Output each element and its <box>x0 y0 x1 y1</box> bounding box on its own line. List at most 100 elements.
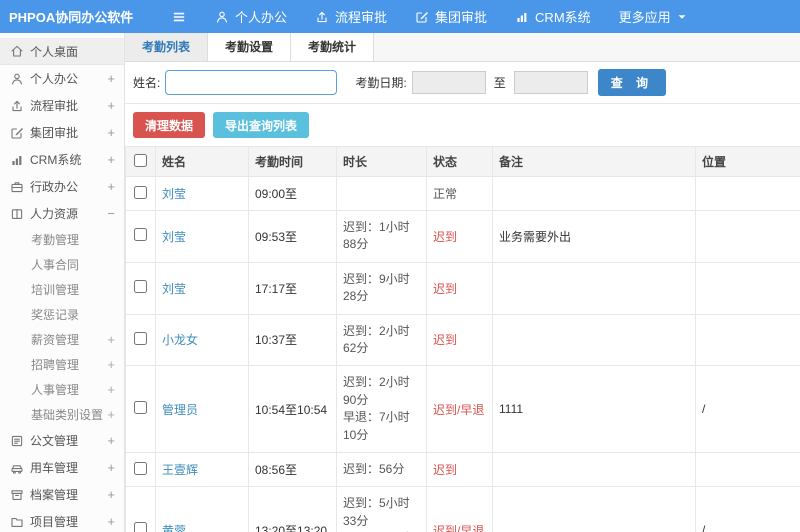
attendance-table: 姓名 考勤时间 时长 状态 备注 位置 刘莹 09:00至 正常 刘莹 09:53至 迟到：1小时8… <box>125 146 800 532</box>
chart-icon <box>9 153 24 167</box>
tab-attendance-statistics[interactable]: 考勤统计 <box>291 33 375 61</box>
column-header: 备注 <box>492 146 696 177</box>
sidebar-item-label: 个人办公 <box>30 72 79 86</box>
sidebar-subitem-personnel-management[interactable]: 人事管理 + <box>0 377 124 402</box>
employee-name-link[interactable]: 王壹辉 <box>162 463 198 477</box>
name-filter-input[interactable] <box>165 70 338 95</box>
person-icon <box>9 72 24 86</box>
time-cell: 17:17至 <box>248 261 337 315</box>
expand-plus-icon: + <box>107 514 115 529</box>
sidebar-subitem-basic-category-settings[interactable]: 基础类别设置 + <box>0 402 124 427</box>
row-checkbox-cell <box>125 365 156 453</box>
topnav-item-personal-office[interactable]: 个人办公 <box>215 7 287 26</box>
location-cell <box>695 210 800 263</box>
row-checkbox[interactable] <box>134 522 147 532</box>
duration-cell <box>336 176 427 211</box>
employee-name-link[interactable]: 管理员 <box>162 403 198 417</box>
column-header: 姓名 <box>155 146 249 177</box>
employee-name-link[interactable]: 黄蓉 <box>162 524 186 532</box>
sidebar-subitem-label: 薪资管理 <box>31 333 80 347</box>
row-checkbox[interactable] <box>134 461 147 475</box>
expand-plus-icon: + <box>107 98 115 113</box>
sidebar-item-human-resources[interactable]: 人力资源 − <box>0 200 124 227</box>
time-cell: 10:54至10:54 <box>248 365 337 453</box>
duration-line: 迟到：2小时90分 <box>343 375 410 407</box>
sidebar-item-group-approval[interactable]: 集团审批 + <box>0 119 124 146</box>
export-list-button[interactable]: 导出查询列表 <box>213 112 310 138</box>
clean-data-button[interactable]: 清理数据 <box>133 112 206 138</box>
status-cell: 迟到 <box>426 210 493 263</box>
name-cell: 王壹辉 <box>155 451 249 488</box>
topbar: PHPOA协同办公软件 个人办公 流程审批 集团审批 CRM系统 更多应用 <box>0 0 800 33</box>
expand-plus-icon: + <box>107 487 115 502</box>
row-checkbox-cell <box>125 261 156 315</box>
sidebar-subitem-recruitment-management[interactable]: 招聘管理 + <box>0 352 124 377</box>
row-checkbox[interactable] <box>134 280 147 294</box>
duration-line: 迟到：56分 <box>343 461 405 476</box>
topnav-item-group-approval[interactable]: 集团审批 <box>415 7 487 26</box>
table-row: 黄蓉 13:20至13:20迟到：5小时33分早退：4小时67分迟到/早退 / <box>125 486 800 532</box>
employee-name-link[interactable]: 刘莹 <box>162 187 186 201</box>
employee-name-link[interactable]: 刘莹 <box>162 282 186 296</box>
sidebar-item-crm-system[interactable]: CRM系统 + <box>0 146 124 173</box>
sidebar-item-label: CRM系统 <box>30 153 82 167</box>
name-cell: 刘莹 <box>155 261 249 315</box>
date-to-input[interactable] <box>513 71 588 94</box>
sidebar-subitem-attendance-management[interactable]: 考勤管理 <box>0 227 124 252</box>
table-row: 管理员 10:54至10:54 迟到：2小时90分 早退：7小时10分 迟到/早退 111… <box>125 365 800 453</box>
sidebar-subitem-training-management[interactable]: 培训管理 <box>0 277 124 302</box>
sidebar-item-label: 用车管理 <box>30 461 79 475</box>
search-button[interactable]: 查 询 <box>597 69 667 96</box>
status-cell: 迟到 <box>426 313 493 367</box>
row-checkbox[interactable] <box>134 401 147 415</box>
status-badge: 迟到/早退 <box>433 402 485 417</box>
row-checkbox[interactable] <box>134 185 147 199</box>
sidebar-toggle-button[interactable] <box>171 9 187 25</box>
sidebar-subitem-personnel-contract[interactable]: 人事合同 <box>0 252 124 277</box>
topnav-item-more-apps[interactable]: 更多应用 <box>619 7 687 26</box>
row-checkbox[interactable] <box>134 331 147 345</box>
table-row: 刘莹 17:17至 迟到：9小时28分 迟到 <box>125 261 800 315</box>
sidebar-item-admin-office[interactable]: 行政办公 + <box>0 173 124 200</box>
sidebar-item-label: 集团审批 <box>30 126 79 140</box>
employee-name-link[interactable]: 小龙女 <box>162 333 198 347</box>
select-all-checkbox[interactable] <box>134 153 147 167</box>
sidebar-item-archive-management[interactable]: 档案管理 + <box>0 481 124 508</box>
edit-icon <box>415 10 429 24</box>
topnav-item-label: 集团审批 <box>435 10 488 25</box>
remark-cell <box>492 486 696 532</box>
duration-line: 迟到：5小时33分 <box>343 496 410 528</box>
duration-cell: 迟到：1小时88分 <box>336 210 427 263</box>
sidebar-item-document-management[interactable]: 公文管理 + <box>0 427 124 454</box>
caret-down-icon <box>677 12 687 22</box>
sidebar-item-label: 流程审批 <box>30 99 79 113</box>
duration-line: 迟到：2小时62分 <box>343 323 410 355</box>
time-cell: 13:20至13:20 <box>248 486 337 532</box>
tab-attendance-list[interactable]: 考勤列表 <box>125 33 209 61</box>
sidebar-item-personal-desktop[interactable]: 个人桌面 <box>0 38 124 65</box>
employee-name-link[interactable]: 刘莹 <box>162 230 186 244</box>
status-badge: 迟到 <box>433 229 458 244</box>
sidebar-subitem-reward-punishment-records[interactable]: 奖惩记录 <box>0 302 124 327</box>
sidebar-item-project-management[interactable]: 项目管理 + <box>0 508 124 532</box>
sidebar-subitem-label: 人事管理 <box>31 383 80 397</box>
date-range-separator: 至 <box>493 76 506 90</box>
duration-cell: 迟到：9小时28分 <box>336 261 427 315</box>
sidebar-item-personal-office[interactable]: 个人办公 + <box>0 65 124 92</box>
sidebar-subitem-salary-management[interactable]: 薪资管理 + <box>0 327 124 352</box>
sidebar-item-label: 行政办公 <box>30 180 79 194</box>
name-cell: 刘莹 <box>155 210 249 263</box>
sidebar-item-vehicle-management[interactable]: 用车管理 + <box>0 454 124 481</box>
expand-plus-icon: + <box>107 460 115 475</box>
location-cell <box>695 451 800 488</box>
tab-attendance-settings[interactable]: 考勤设置 <box>208 33 292 61</box>
sidebar-item-workflow-approval[interactable]: 流程审批 + <box>0 92 124 119</box>
table-row: 刘莹 09:53至 迟到：1小时88分 迟到 业务需要外出 <box>125 210 800 263</box>
duration-cell: 迟到：2小时90分 早退：7小时10分 <box>336 365 427 453</box>
sidebar: 个人桌面 个人办公 + 流程审批 + 集团审批 + CRM系统 + 行政办公 + 人力资源 − 考勤管理人… <box>0 33 125 532</box>
row-checkbox[interactable] <box>134 228 147 242</box>
date-from-input[interactable] <box>411 71 486 94</box>
topnav-item-workflow-approval[interactable]: 流程审批 <box>315 7 387 26</box>
topnav-item-crm-system[interactable]: CRM系统 <box>515 7 591 26</box>
location-cell <box>695 313 800 367</box>
